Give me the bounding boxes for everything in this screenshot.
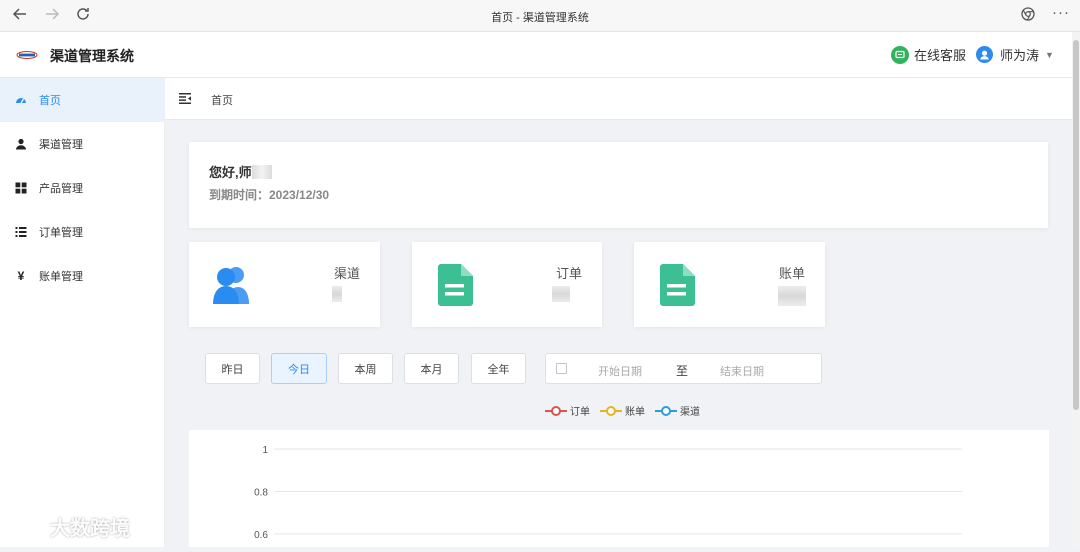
breadcrumb-bar: 首页 <box>165 78 1072 120</box>
sidebar: 首页 渠道管理 产品管理 订单管理 ¥ 账单管理 <box>0 78 165 547</box>
sidebar-item-label: 产品管理 <box>39 183 83 195</box>
line-chart: 1 0.8 0.6 <box>189 430 1049 547</box>
watermark-text: 大数跨境 <box>50 518 130 540</box>
greeting-text: 您好,师 <box>209 165 252 180</box>
document-icon <box>660 264 695 306</box>
y-tick-label: 0.6 <box>254 530 268 541</box>
user-icon <box>15 138 27 150</box>
date-range-picker[interactable]: 开始日期 至 结束日期 <box>545 353 822 384</box>
stat-label: 渠道 <box>333 266 360 281</box>
stat-value-blurred <box>332 286 342 302</box>
brand-logo <box>16 51 38 59</box>
filter-month-button[interactable]: 本月 <box>404 353 459 384</box>
end-date-input[interactable]: 结束日期 <box>720 363 764 379</box>
watermark: 大数跨境 <box>10 512 130 541</box>
scrollbar-thumb[interactable] <box>1073 40 1079 410</box>
y-tick-label: 1 <box>262 445 268 456</box>
sidebar-item-orders[interactable]: 订单管理 <box>0 210 164 254</box>
legend-label: 渠道 <box>680 407 700 418</box>
sidebar-item-bills[interactable]: ¥ 账单管理 <box>0 254 164 298</box>
document-icon <box>438 264 473 306</box>
users-icon <box>213 267 249 304</box>
legend-marker <box>545 405 567 417</box>
browser-extension-icon[interactable] <box>1020 6 1036 26</box>
sidebar-item-channels[interactable]: 渠道管理 <box>0 122 164 166</box>
filter-year-button[interactable]: 全年 <box>471 353 526 384</box>
yen-icon: ¥ <box>17 269 25 283</box>
browser-tab-title: 首页 - 渠道管理系统 <box>491 12 589 24</box>
sidebar-item-products[interactable]: 产品管理 <box>0 166 164 210</box>
chat-icon <box>891 45 909 64</box>
welcome-card: 您好,师 到期时间：2023/12/30 <box>189 142 1048 228</box>
sidebar-item-label: 账单管理 <box>39 271 83 283</box>
sidebar-item-label: 渠道管理 <box>39 139 83 151</box>
caret-down-icon: ▼ <box>1045 49 1054 60</box>
list-icon <box>15 226 27 238</box>
stat-label: 账单 <box>778 266 805 281</box>
legend-marker <box>600 405 622 417</box>
grid-icon <box>15 182 27 194</box>
sidebar-item-home[interactable]: 首页 <box>0 78 164 122</box>
app-title: 渠道管理系统 <box>50 48 134 64</box>
stat-label: 订单 <box>555 266 582 281</box>
user-menu[interactable]: 师为涛 ▼ <box>976 45 1054 64</box>
stat-value-blurred <box>552 286 570 302</box>
stat-card-channels[interactable]: 渠道 <box>189 242 380 327</box>
chart-legend: 订单 账单 渠道 <box>545 403 710 418</box>
filter-yesterday-button[interactable]: 昨日 <box>205 353 260 384</box>
expire-date: 到期时间：2023/12/30 <box>209 188 330 202</box>
user-avatar-icon <box>976 46 993 63</box>
stat-card-bills[interactable]: 账单 <box>634 242 825 327</box>
legend-item[interactable]: 账单 <box>600 403 645 418</box>
sidebar-item-label: 首页 <box>39 95 61 107</box>
stat-value-blurred <box>778 286 806 306</box>
filter-week-button[interactable]: 本周 <box>338 353 393 384</box>
dashboard-icon <box>15 94 27 106</box>
page-scrollbar[interactable] <box>1072 32 1080 547</box>
filter-today-button[interactable]: 今日 <box>271 353 327 384</box>
legend-marker <box>655 405 677 417</box>
blurred-name <box>251 165 272 179</box>
legend-label: 账单 <box>625 407 645 418</box>
more-menu-icon[interactable]: ··· <box>1052 4 1070 21</box>
online-service-label: 在线客服 <box>914 48 967 63</box>
y-tick-label: 0.8 <box>254 488 268 499</box>
calendar-icon <box>556 363 567 374</box>
online-service-link[interactable]: 在线客服 <box>891 45 966 64</box>
stat-card-orders[interactable]: 订单 <box>412 242 602 327</box>
legend-item[interactable]: 渠道 <box>655 403 700 418</box>
user-name: 师为涛 <box>1000 48 1040 63</box>
app-header: 渠道管理系统 在线客服 师为涛 ▼ <box>0 32 1072 78</box>
menu-fold-icon[interactable] <box>179 93 191 104</box>
watermark-logo-icon <box>12 515 47 539</box>
legend-item[interactable]: 订单 <box>545 403 590 418</box>
browser-toolbar: 首页 - 渠道管理系统 ··· <box>0 0 1080 32</box>
breadcrumb[interactable]: 首页 <box>211 92 233 108</box>
range-separator: 至 <box>676 364 689 378</box>
chart-canvas: 1 0.8 0.6 <box>254 445 962 541</box>
start-date-input[interactable]: 开始日期 <box>598 363 642 379</box>
greeting: 您好,师 <box>209 162 272 181</box>
sidebar-item-label: 订单管理 <box>39 227 83 239</box>
legend-label: 订单 <box>570 407 590 418</box>
